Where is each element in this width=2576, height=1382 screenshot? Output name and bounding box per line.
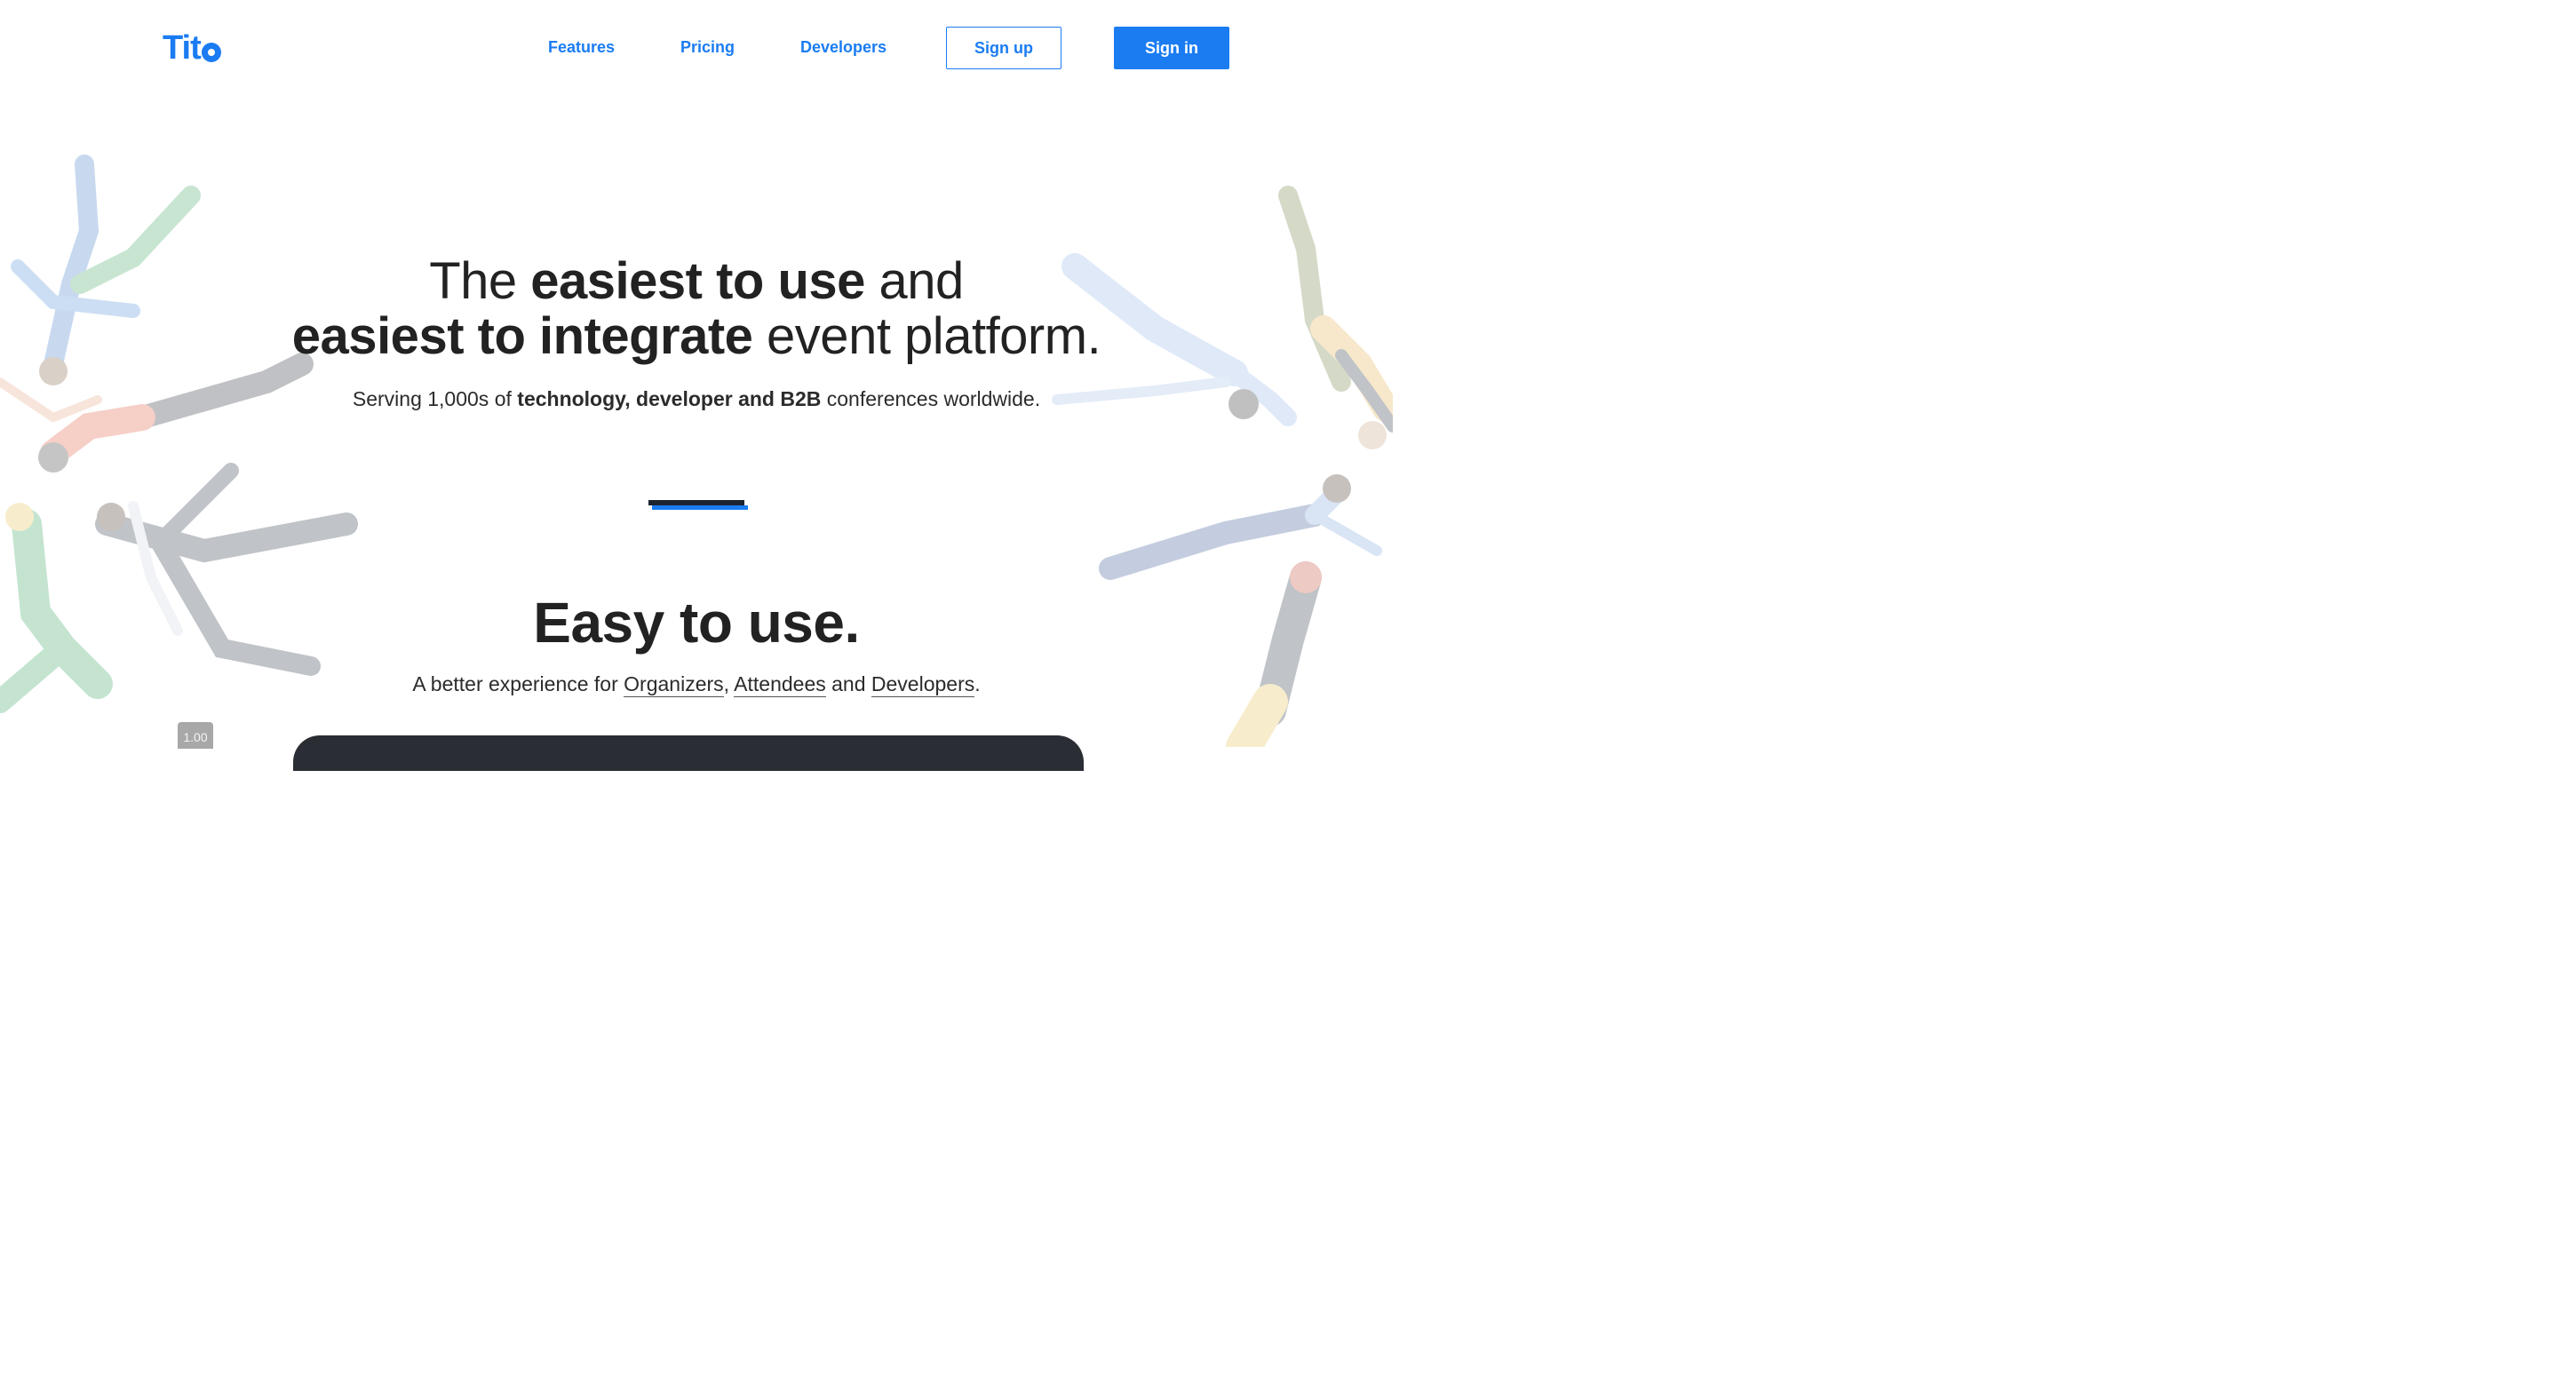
sign-in-button[interactable]: Sign in xyxy=(1114,27,1229,69)
device-mockup xyxy=(293,735,1084,771)
nav-link-features[interactable]: Features xyxy=(548,38,615,57)
hero-subheading: Serving 1,000s of technology, developer … xyxy=(0,387,1393,411)
subtitle-text: A better experience for xyxy=(412,672,624,695)
nav-link-developers[interactable]: Developers xyxy=(800,38,886,57)
subheading-text: conferences worldwide. xyxy=(821,387,1041,410)
headline-bold: easiest to integrate xyxy=(291,307,753,365)
zoom-indicator: 1.00 xyxy=(178,722,213,749)
section-subtitle: A better experience for Organizers, Atte… xyxy=(0,672,1393,697)
subtitle-text: , xyxy=(723,672,730,695)
divider-accent xyxy=(652,505,748,510)
section-divider xyxy=(648,500,748,511)
logo-text: Tit xyxy=(163,29,202,67)
headline-bold: easiest to use xyxy=(530,252,865,310)
subtitle-text: and xyxy=(825,672,871,695)
tito-logo[interactable]: Tit xyxy=(163,29,221,68)
attendees-link[interactable]: Attendees xyxy=(734,672,826,697)
divider-bar xyxy=(648,500,744,505)
hero-headline: The easiest to use and easiest to integr… xyxy=(0,254,1393,364)
logo-o-icon xyxy=(201,42,221,62)
subtitle-text: . xyxy=(974,672,981,695)
section-title: Easy to use. xyxy=(533,591,860,655)
organizers-link[interactable]: Organizers xyxy=(624,672,724,697)
nav-link-pricing[interactable]: Pricing xyxy=(680,38,735,57)
hero-section: The easiest to use and easiest to integr… xyxy=(0,254,1393,411)
top-navigation: Tit Features Pricing Developers Sign up … xyxy=(0,0,1393,98)
developers-link[interactable]: Developers xyxy=(871,672,975,697)
subheading-bold: technology, developer and B2B xyxy=(517,387,822,410)
sign-up-button[interactable]: Sign up xyxy=(946,27,1061,69)
people-illustration-left xyxy=(0,155,358,713)
headline-text: The xyxy=(429,252,531,310)
subheading-text: Serving 1,000s of xyxy=(352,387,518,410)
headline-text: event platform. xyxy=(752,307,1101,365)
headline-text: and xyxy=(864,252,965,310)
